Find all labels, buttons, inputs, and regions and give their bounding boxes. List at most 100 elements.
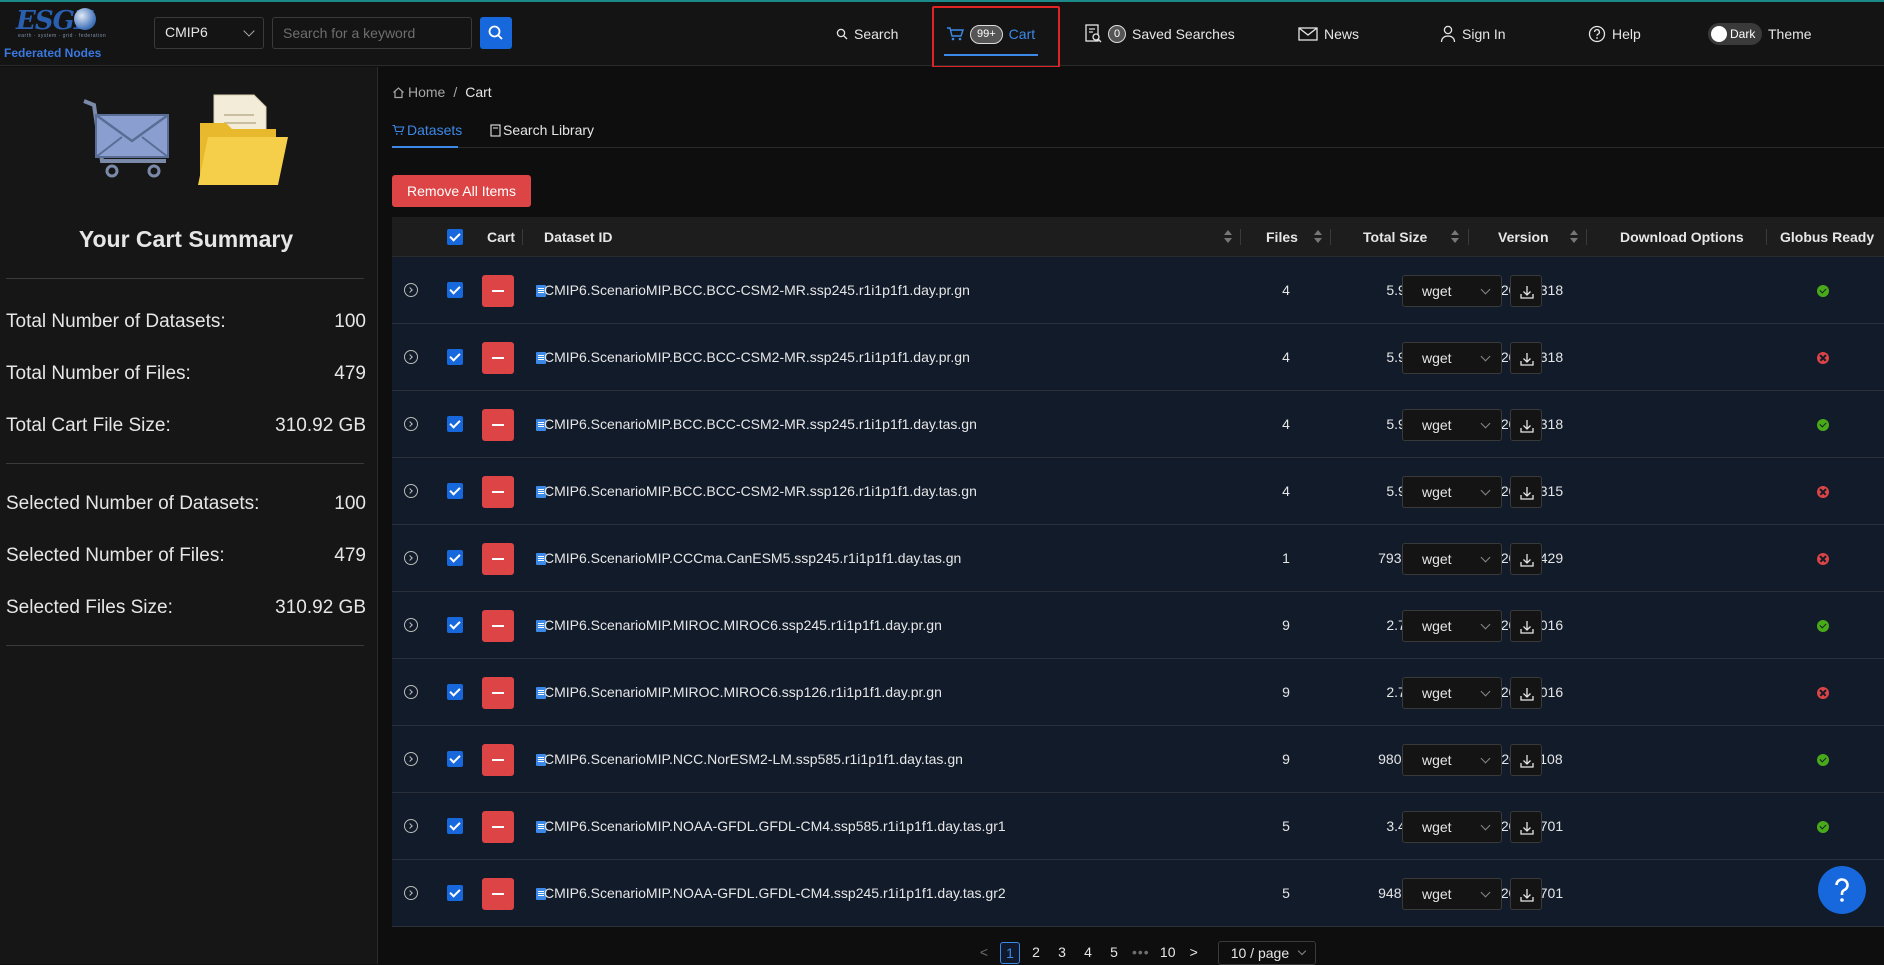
remove-from-cart-button[interactable]: [482, 275, 514, 307]
page-3[interactable]: 3: [1052, 942, 1072, 964]
breadcrumb-home-label: Home: [408, 84, 446, 100]
remove-from-cart-button[interactable]: [482, 878, 514, 910]
download-button[interactable]: [1510, 878, 1542, 910]
download-button[interactable]: [1510, 677, 1542, 709]
theme-toggle[interactable]: Dark: [1708, 23, 1762, 45]
remove-all-items-button[interactable]: Remove All Items: [392, 175, 531, 207]
tab-datasets[interactable]: Datasets: [392, 116, 462, 144]
download-button[interactable]: [1510, 610, 1542, 642]
expand-row-icon[interactable]: [404, 484, 418, 498]
download-option-select[interactable]: wget: [1402, 677, 1502, 709]
sort-icon[interactable]: [1451, 230, 1459, 244]
row-checkbox[interactable]: [447, 617, 463, 633]
table-row: CMIP6.ScenarioMIP.BCC.BCC-CSM2-MR.ssp245…: [392, 391, 1884, 458]
expand-row-icon[interactable]: [404, 685, 418, 699]
globus-ready-icon: [1817, 620, 1829, 632]
download-option-select[interactable]: wget: [1402, 878, 1502, 910]
remove-from-cart-button[interactable]: [482, 677, 514, 709]
row-checkbox[interactable]: [447, 483, 463, 499]
sort-icon[interactable]: [1570, 230, 1578, 244]
row-checkbox[interactable]: [447, 751, 463, 767]
download-button[interactable]: [1510, 811, 1542, 843]
expand-row-icon[interactable]: [404, 283, 418, 297]
remove-from-cart-button[interactable]: [482, 744, 514, 776]
table-row: CMIP6.ScenarioMIP.CCCma.CanESM5.ssp245.r…: [392, 525, 1884, 592]
download-option-select[interactable]: wget: [1402, 543, 1502, 575]
download-option-select[interactable]: wget: [1402, 476, 1502, 508]
remove-from-cart-button[interactable]: [482, 811, 514, 843]
header-total-size[interactable]: Total Size: [1363, 217, 1427, 257]
page-size-select[interactable]: 10 / page: [1217, 941, 1317, 965]
expand-row-icon[interactable]: [404, 752, 418, 766]
theme-switch[interactable]: Dark Theme: [1708, 20, 1812, 48]
expand-row-icon[interactable]: [404, 618, 418, 632]
page-last[interactable]: 10: [1158, 942, 1178, 964]
expand-row-icon[interactable]: [404, 819, 418, 833]
download-button[interactable]: [1510, 476, 1542, 508]
dataset-id: CMIP6.ScenarioMIP.NOAA-GFDL.GFDL-CM4.ssp…: [544, 818, 1006, 834]
download-option-select[interactable]: wget: [1402, 275, 1502, 307]
esgf-logo[interactable]: ESGF earth · system · grid · federation …: [4, 6, 114, 62]
nav-help[interactable]: Help: [1588, 20, 1641, 48]
expand-row-icon[interactable]: [404, 551, 418, 565]
remove-from-cart-button[interactable]: [482, 543, 514, 575]
jump-next-pages[interactable]: •••: [1130, 942, 1152, 964]
remove-from-cart-button[interactable]: [482, 476, 514, 508]
download-icon: [1520, 286, 1534, 299]
download-option-value: wget: [1422, 886, 1452, 902]
tab-search-library[interactable]: Search Library: [490, 116, 594, 144]
search-icon: [836, 28, 848, 40]
row-checkbox[interactable]: [447, 550, 463, 566]
row-checkbox[interactable]: [447, 818, 463, 834]
row-checkbox[interactable]: [447, 885, 463, 901]
nav-sign-in[interactable]: Sign In: [1440, 20, 1506, 48]
expand-row-icon[interactable]: [404, 417, 418, 431]
home-icon: [393, 86, 404, 98]
download-button[interactable]: [1510, 409, 1542, 441]
expand-row-icon[interactable]: [404, 350, 418, 364]
nav-search[interactable]: Search: [836, 20, 898, 48]
page-1[interactable]: 1: [1000, 942, 1020, 964]
remove-from-cart-button[interactable]: [482, 409, 514, 441]
project-select-value: CMIP6: [165, 24, 208, 40]
page-4[interactable]: 4: [1078, 942, 1098, 964]
next-page-button[interactable]: >: [1184, 942, 1204, 964]
cart-summary-title: Your Cart Summary: [78, 226, 294, 252]
download-option-select[interactable]: wget: [1402, 342, 1502, 374]
download-button[interactable]: [1510, 275, 1542, 307]
header-version[interactable]: Version: [1498, 217, 1549, 257]
download-option-select[interactable]: wget: [1402, 409, 1502, 441]
download-button[interactable]: [1510, 342, 1542, 374]
download-button[interactable]: [1510, 744, 1542, 776]
page-2[interactable]: 2: [1026, 942, 1046, 964]
sort-icon[interactable]: [1314, 230, 1322, 244]
row-checkbox[interactable]: [447, 349, 463, 365]
breadcrumb-home[interactable]: Home: [392, 84, 445, 100]
help-float-button[interactable]: [1818, 866, 1866, 914]
header-files[interactable]: Files: [1266, 217, 1298, 257]
download-button[interactable]: [1510, 543, 1542, 575]
project-select[interactable]: CMIP6: [154, 17, 264, 49]
download-option-select[interactable]: wget: [1402, 811, 1502, 843]
row-checkbox[interactable]: [447, 282, 463, 298]
row-checkbox[interactable]: [447, 684, 463, 700]
nav-cart[interactable]: 99+ Cart: [946, 20, 1035, 48]
search-submit-button[interactable]: [480, 17, 512, 49]
keyword-search-input[interactable]: [272, 17, 472, 49]
expand-row-icon[interactable]: [404, 886, 418, 900]
remove-from-cart-button[interactable]: [482, 610, 514, 642]
download-option-select[interactable]: wget: [1402, 744, 1502, 776]
remove-from-cart-button[interactable]: [482, 342, 514, 374]
column-separator: [522, 229, 523, 245]
question-circle-icon: [1588, 25, 1606, 43]
table-row: CMIP6.ScenarioMIP.NOAA-GFDL.GFDL-CM4.ssp…: [392, 793, 1884, 860]
header-dataset-id[interactable]: Dataset ID: [544, 217, 612, 257]
row-checkbox[interactable]: [447, 416, 463, 432]
download-option-select[interactable]: wget: [1402, 610, 1502, 642]
nav-news[interactable]: News: [1298, 20, 1359, 48]
prev-page-button[interactable]: <: [974, 942, 994, 964]
select-all-checkbox[interactable]: [447, 229, 463, 245]
sort-icon[interactable]: [1224, 230, 1232, 244]
page-5[interactable]: 5: [1104, 942, 1124, 964]
nav-saved-searches[interactable]: 0 Saved Searches: [1084, 20, 1235, 48]
